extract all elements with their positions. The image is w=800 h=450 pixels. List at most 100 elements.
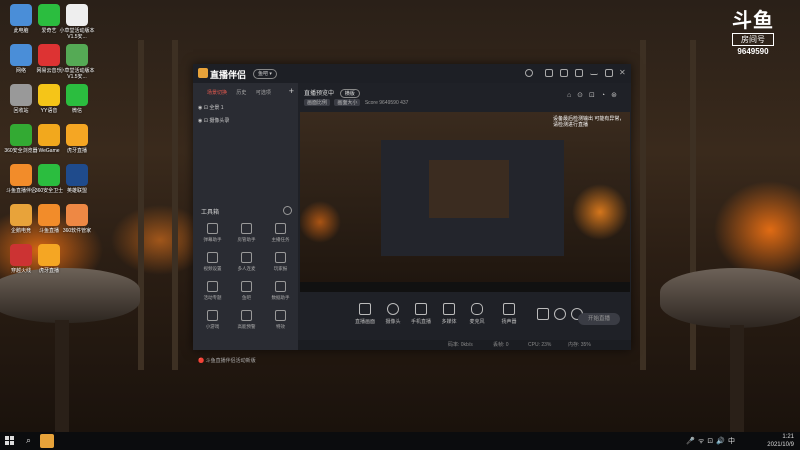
bitrate-status: 码率: 0kb/s [448, 342, 473, 348]
desktop-icon-label: 360软件管家 [62, 228, 92, 234]
camera-icon [387, 303, 399, 315]
speaker-button[interactable]: 扬声器 [494, 303, 524, 325]
tool-label: 数据助手 [271, 295, 290, 300]
maximize-icon[interactable] [605, 69, 613, 77]
media-button[interactable]: 多媒体 [434, 303, 464, 325]
desktop-icon-label: 小草堂活动版本V1.5安... [59, 28, 95, 40]
header-icons[interactable]: ⌂⊙⊡◔⊛ [567, 91, 623, 99]
tray-icons[interactable]: 🎤ᯤ⊡🔊中 [686, 436, 738, 446]
memory-status: 内存: 35% [568, 342, 591, 348]
version-badge[interactable]: 鱼吧 ▾ [253, 69, 277, 79]
brazier [660, 268, 800, 328]
toolbox-item[interactable]: 主播任务 [264, 223, 297, 243]
tool-label: 弹幕助手 [203, 237, 222, 242]
tool-icon [275, 252, 286, 263]
score-label: Score [364, 100, 378, 106]
microphone-button[interactable]: 麦克风 [462, 303, 492, 325]
toolbox-item[interactable]: 弹幕助手 [196, 223, 229, 243]
desktop-icon[interactable]: 小草堂活动版本V1.5安... [55, 44, 99, 80]
title-bar: 直播伴侣 鱼吧 ▾ ✕ [193, 64, 631, 83]
skin-icon[interactable] [560, 69, 568, 77]
control-label: 摄像头 [385, 319, 401, 325]
size-pill[interactable]: 画面大小 [334, 99, 361, 106]
brazier-stand [730, 325, 744, 432]
nested-window-preview [381, 140, 564, 256]
avatar-icon[interactable] [525, 69, 533, 77]
toolbox-item[interactable]: 玩家报 [264, 252, 297, 272]
desktop-icon-label: 英雄联盟 [66, 188, 87, 194]
bottom-hint[interactable]: 🔴 斗鱼直播伴侣活动新版 [198, 357, 256, 364]
tool-icon [207, 252, 218, 263]
scene-tabs: 场景切换 历史 可选项 [207, 89, 279, 96]
toolbox-item[interactable]: 多人连麦 [230, 252, 263, 272]
toolbox-item[interactable]: 高能预警 [230, 310, 263, 330]
brazier [0, 268, 140, 323]
screen-capture-button[interactable]: 直播画面 [350, 303, 380, 325]
app-icon [66, 4, 88, 26]
desktop-icon[interactable]: 微信 [55, 84, 99, 114]
fans-count: 437 [400, 100, 409, 106]
eye-icon[interactable]: ◉ [198, 105, 202, 111]
speaker-icon [503, 303, 515, 315]
clock-time: 1:21 [782, 434, 794, 440]
control-label: 手机直播 [410, 319, 431, 325]
fence-post [138, 40, 144, 370]
desktop-icon[interactable]: 小草堂活动版本V1.5安... [55, 4, 99, 40]
toolbox-settings-icon[interactable] [283, 206, 292, 215]
tab-history[interactable]: 历史 [236, 90, 246, 96]
toolbox-item[interactable]: 小游戏 [196, 310, 229, 330]
phone-live-button[interactable]: 手机直播 [406, 303, 436, 325]
app-name: 直播伴侣 [210, 70, 247, 80]
app-logo-icon [198, 68, 208, 78]
bottom-hint-text: 斗鱼直播伴侣活动新版 [205, 358, 256, 364]
desktop-icon[interactable]: 360软件管家 [55, 204, 99, 234]
toolbox-item[interactable]: 鱼吧 [230, 281, 263, 301]
tab-scene-switch[interactable]: 场景切换 [207, 90, 227, 96]
windows-start-icon[interactable] [5, 436, 15, 446]
desktop-icon-label: 微信 [71, 108, 82, 114]
tool-icon [207, 281, 218, 292]
scene-item[interactable]: ◉ ⊡ 摄像头录 [198, 117, 229, 124]
settings-icon[interactable] [575, 69, 583, 77]
add-scene-button[interactable]: + [289, 86, 294, 96]
main-header: 直播预览中 横版 [304, 88, 360, 98]
desktop-icon[interactable]: 虎牙直播 [27, 244, 71, 274]
ratio-pill[interactable]: 画面比例 [304, 99, 331, 106]
dropped-frames-status: 丢帧: 0 [493, 342, 509, 348]
control-label: 直播画面 [354, 319, 375, 325]
scene-item[interactable]: ◉ ⊡ 全景 1 [198, 104, 224, 111]
control-label: 扬声器 [501, 319, 517, 325]
toolbox-item[interactable]: 房管助手 [230, 223, 263, 243]
tab-options[interactable]: 可选项 [256, 90, 271, 96]
toolbox-item[interactable]: 视频设置 [196, 252, 229, 272]
eye-icon[interactable]: ◉ [198, 118, 202, 124]
orientation-toggle[interactable]: 横版 [339, 89, 360, 98]
camera-button[interactable]: 摄像头 [378, 303, 408, 325]
preview-scrollbar[interactable] [300, 282, 630, 292]
toolbox-item[interactable]: 活动专题 [196, 281, 229, 301]
toolbox-item[interactable]: 特效 [264, 310, 297, 330]
live-companion-taskbar-icon[interactable] [40, 434, 54, 448]
fence-post [640, 40, 646, 370]
message-icon[interactable] [545, 69, 553, 77]
lock-icon[interactable]: ⊡ [204, 118, 208, 124]
toolbox-item[interactable]: 数据助手 [264, 281, 297, 301]
main-panel: 直播预览中 横版 画面比例 画面大小 Score 9649590 437 ⌂⊙⊡… [298, 83, 631, 350]
go-live-button[interactable]: 开始直播 [578, 313, 620, 325]
tool-icon [241, 252, 252, 263]
tool-icon [275, 223, 286, 234]
tool-label: 特效 [276, 324, 285, 329]
live-companion-window: 直播伴侣 鱼吧 ▾ ✕ 场景切换 历史 可选项 + ◉ ⊡ 全景 1 ◉ ⊡ 摄… [193, 64, 631, 364]
desktop-icon[interactable]: 英雄联盟 [55, 164, 99, 194]
close-icon[interactable]: ✕ [619, 69, 627, 77]
app-icon [66, 124, 88, 146]
minimize-icon[interactable] [590, 69, 598, 75]
search-icon[interactable]: ⌕ [26, 435, 31, 446]
desktop-icon[interactable]: 虎牙直播 [55, 124, 99, 154]
lock-icon[interactable]: ⊡ [204, 105, 208, 111]
tool-label: 房管助手 [237, 237, 256, 242]
preview-area[interactable]: 设备最后检测输出 可能有异常，请检测进行直播 [300, 112, 630, 292]
room-id: 9649590 [379, 100, 399, 106]
tool-icon [241, 281, 252, 292]
clock[interactable]: 1:21 2021/10/9 [767, 433, 794, 449]
